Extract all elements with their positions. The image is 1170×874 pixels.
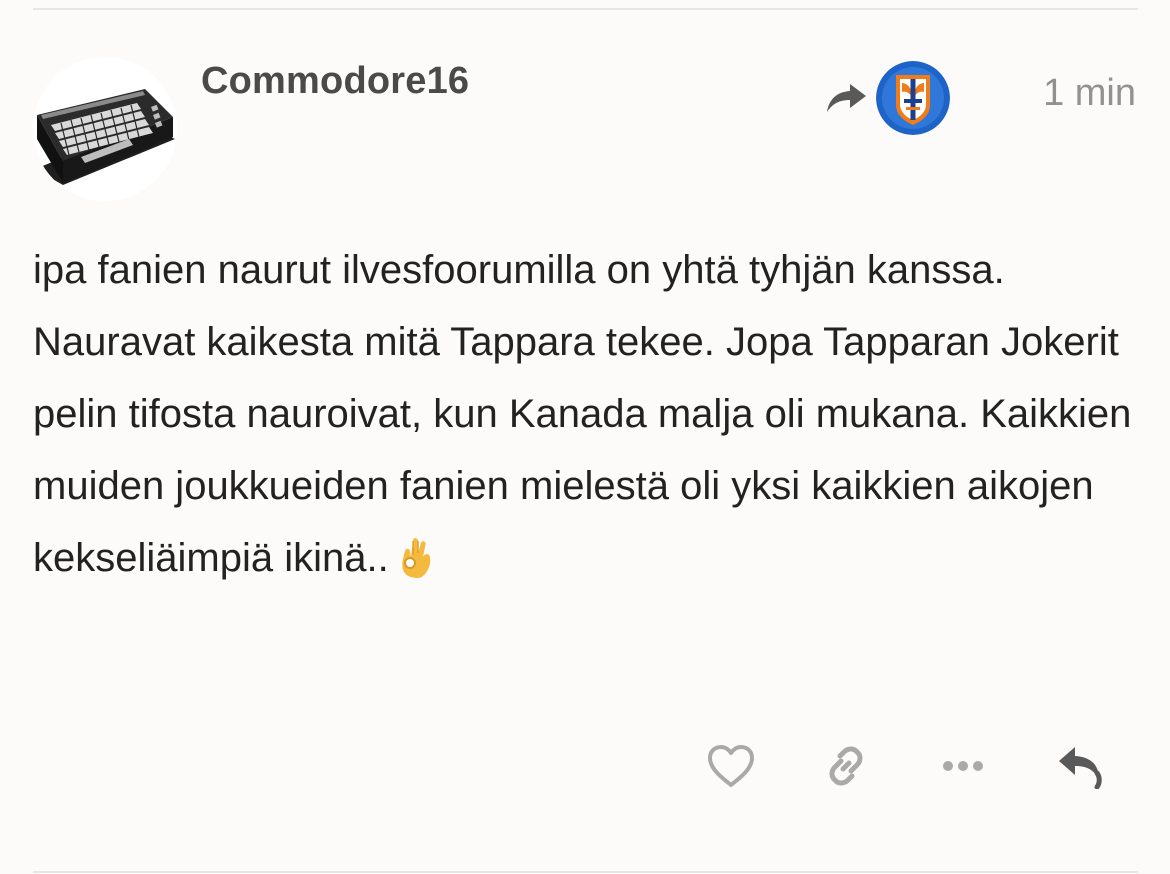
reply-to-indicator[interactable] — [824, 61, 950, 135]
heart-icon — [706, 743, 756, 794]
share-arrow-icon — [824, 76, 868, 120]
top-divider — [33, 8, 1138, 10]
bottom-divider — [33, 871, 1138, 873]
user-avatar[interactable] — [33, 57, 177, 201]
copy-link-button[interactable] — [818, 740, 874, 796]
more-options-button[interactable] — [935, 740, 991, 796]
post-text: ipa fanien naurut ilvesfoorumilla on yht… — [33, 248, 1132, 580]
post-body: ipa fanien naurut ilvesfoorumilla on yht… — [33, 234, 1143, 594]
ok-hand-emoji — [397, 530, 437, 578]
username[interactable]: Commodore16 — [201, 60, 469, 103]
like-button[interactable] — [703, 740, 759, 796]
reply-button[interactable] — [1052, 740, 1108, 796]
computer-avatar-image — [35, 89, 175, 185]
post-actions — [0, 740, 1170, 796]
reply-to-avatar — [876, 61, 950, 135]
post-time[interactable]: 1 min — [1043, 72, 1136, 115]
reply-icon — [1055, 743, 1105, 794]
ellipsis-icon — [941, 759, 985, 778]
link-icon — [821, 741, 871, 796]
